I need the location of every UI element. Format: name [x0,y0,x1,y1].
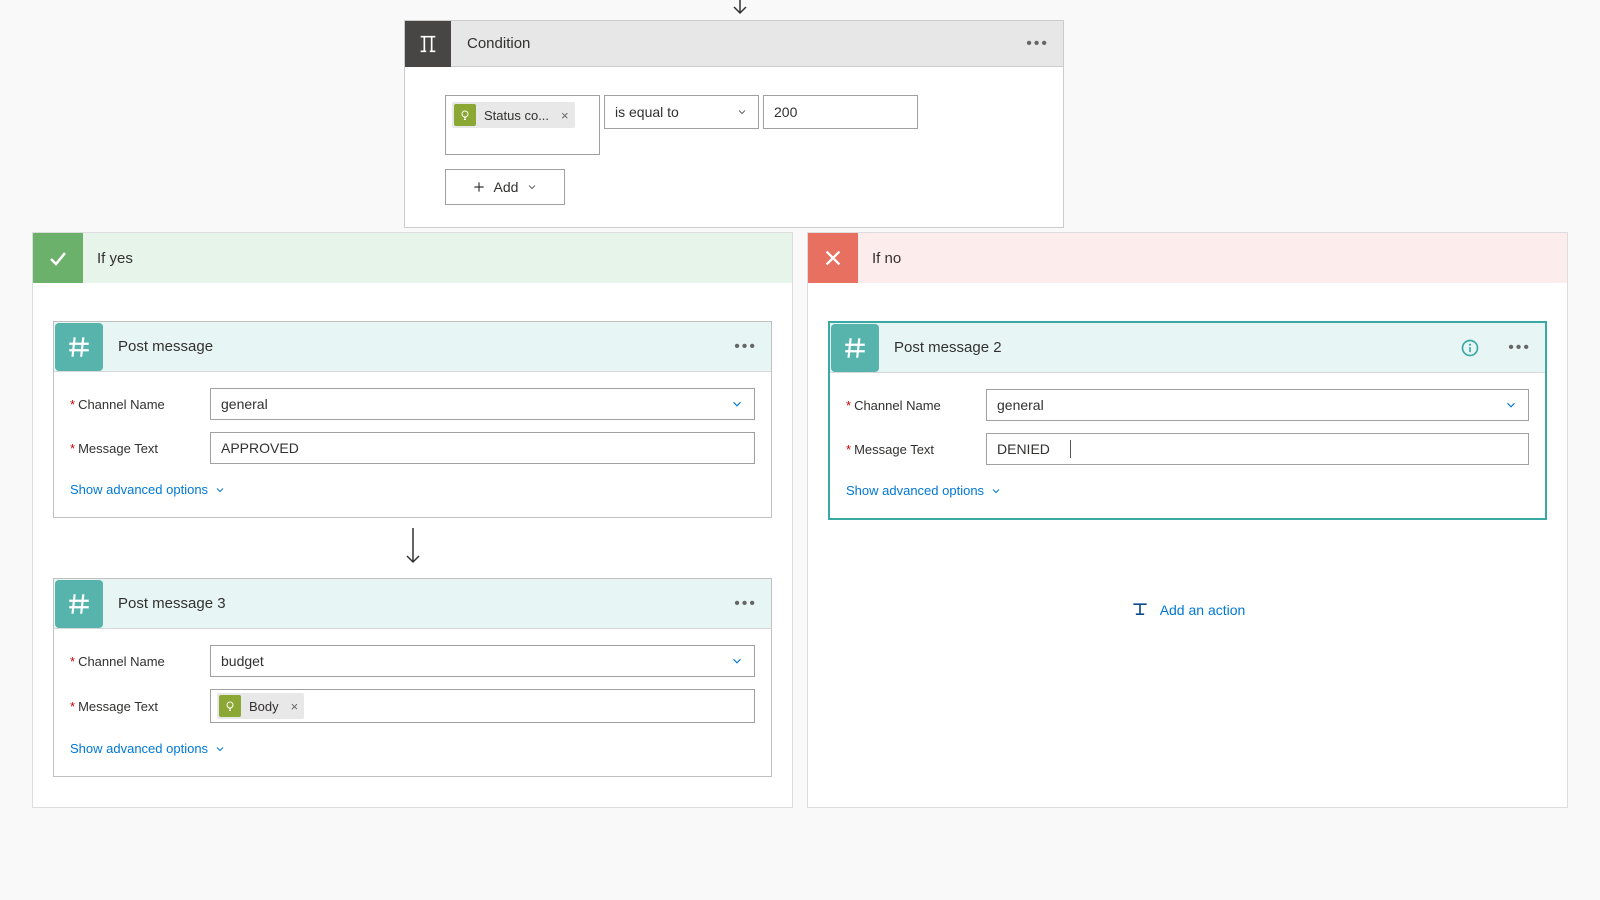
plus-icon [472,180,486,194]
condition-left-operand[interactable]: Status co... × [445,95,600,155]
action-title: Post message 3 [104,595,720,612]
condition-icon [405,21,451,67]
bulb-icon [219,695,241,717]
channel-name-select[interactable]: general [986,389,1529,421]
add-label: Add [494,179,519,195]
action-title: Post message 2 [880,339,1460,356]
operator-value: is equal to [615,104,679,120]
show-advanced-options-link[interactable]: Show advanced options [70,476,226,507]
condition-body: Status co... × is equal to Add [405,67,1063,227]
dynamic-content-token[interactable]: Status co... × [452,102,575,128]
chevron-down-icon [1504,398,1518,412]
remove-token-icon[interactable]: × [285,699,305,714]
if-no-title: If no [858,250,901,267]
info-icon[interactable] [1460,338,1494,358]
condition-value-input[interactable] [763,95,918,129]
chevron-down-icon [990,485,1002,497]
if-no-branch: If no Post message 2 ••• *Channel N [807,232,1568,808]
action-body: *Channel Name budget *Message Text [54,629,771,776]
more-menu-icon[interactable]: ••• [720,338,771,356]
action-header[interactable]: Post message ••• [54,322,771,372]
flow-arrow-down [53,518,772,578]
token-label: Status co... [478,108,555,123]
chevron-down-icon [730,654,744,668]
condition-card: Condition ••• Status co... × is equal to [404,20,1064,228]
if-yes-body: Post message ••• *Channel Name general *… [33,283,792,807]
branches-container: If yes Post message ••• *Channel Name ge… [32,232,1568,808]
message-text-input[interactable]: DENIED [986,433,1529,465]
message-text-input[interactable] [210,432,755,464]
remove-token-icon[interactable]: × [555,108,575,123]
show-advanced-options-link[interactable]: Show advanced options [70,735,226,766]
channel-name-label: *Channel Name [70,654,210,669]
show-advanced-options-link[interactable]: Show advanced options [846,477,1002,508]
action-body: *Channel Name general *Message Text Show… [54,372,771,517]
condition-header[interactable]: Condition ••• [405,21,1063,67]
action-header[interactable]: Post message 2 ••• [830,323,1545,373]
action-header[interactable]: Post message 3 ••• [54,579,771,629]
if-yes-title: If yes [83,250,133,267]
post-message-3-card: Post message 3 ••• *Channel Name budget … [53,578,772,777]
message-text-label: *Message Text [70,699,210,714]
dynamic-content-token[interactable]: Body × [217,693,304,719]
message-text-input[interactable]: Body × [210,689,755,723]
add-condition-button[interactable]: Add [445,169,565,205]
action-body: *Channel Name general *Message Text DENI… [830,373,1545,518]
post-message-card: Post message ••• *Channel Name general *… [53,321,772,518]
chevron-down-icon [214,484,226,496]
slack-hash-icon [55,323,103,371]
flow-arrow-down [730,0,750,19]
channel-name-label: *Channel Name [70,397,210,412]
chevron-down-icon [730,397,744,411]
chevron-down-icon [736,106,748,118]
if-no-body: Post message 2 ••• *Channel Name general [808,283,1567,650]
more-menu-icon[interactable]: ••• [1012,35,1063,53]
if-yes-header: If yes [33,233,792,283]
post-message-2-card: Post message 2 ••• *Channel Name general [828,321,1547,520]
condition-title: Condition [451,35,1012,52]
close-icon [808,233,858,283]
slack-hash-icon [55,580,103,628]
channel-name-label: *Channel Name [846,398,986,413]
chevron-down-icon [214,743,226,755]
more-menu-icon[interactable]: ••• [720,595,771,613]
condition-operator-select[interactable]: is equal to [604,95,759,129]
message-text-label: *Message Text [70,441,210,456]
channel-name-select[interactable]: general [210,388,755,420]
add-action-icon [1130,600,1150,620]
token-label: Body [243,699,285,714]
if-no-header: If no [808,233,1567,283]
slack-hash-icon [831,324,879,372]
chevron-down-icon [526,181,538,193]
bulb-icon [454,104,476,126]
text-cursor [1070,440,1071,458]
action-title: Post message [104,338,720,355]
more-menu-icon[interactable]: ••• [1494,339,1545,357]
message-text-label: *Message Text [846,442,986,457]
checkmark-icon [33,233,83,283]
if-yes-branch: If yes Post message ••• *Channel Name ge… [32,232,793,808]
channel-name-select[interactable]: budget [210,645,755,677]
add-action-link[interactable]: Add an action [828,600,1547,620]
